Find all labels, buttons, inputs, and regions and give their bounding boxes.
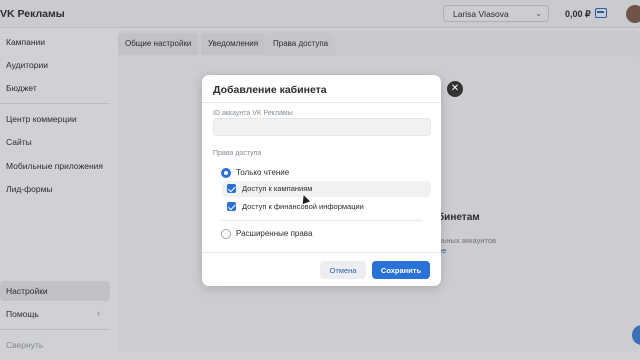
sidebar-item-mobile-apps[interactable]: Мобильные приложения	[0, 156, 110, 176]
background-heading: бинетам	[438, 212, 480, 223]
sidebar-item-label: Аудитории	[6, 60, 48, 70]
sidebar-item-help[interactable]: Помощь ›	[0, 304, 110, 324]
sidebar-item-label: Свернуть	[6, 340, 44, 350]
options-divider	[221, 220, 422, 221]
sidebar-item-lead-forms[interactable]: Лид-формы	[0, 179, 110, 199]
wallet-icon[interactable]	[595, 8, 607, 18]
chevron-down-icon: ⌄	[535, 9, 542, 18]
sidebar-item-label: Кампании	[6, 37, 46, 47]
background-subtext: льных аккаунтов	[438, 236, 497, 245]
sidebar-item-audiences[interactable]: Аудитории	[0, 55, 110, 75]
sidebar: Кампании Аудитории Бюджет Центр коммерци…	[0, 28, 110, 360]
checkbox-checked-icon	[227, 202, 236, 211]
sidebar-item-label: Сайты	[6, 137, 32, 147]
radio-label: Только чтение	[236, 168, 290, 177]
sidebar-item-sites[interactable]: Сайты	[0, 132, 110, 152]
tab-notifications[interactable]: Уведомления	[201, 33, 266, 55]
sidebar-item-label: Лид-формы	[6, 184, 53, 194]
account-id-input[interactable]	[213, 118, 431, 136]
account-selector[interactable]: Larisa Vlasova ⌄	[443, 5, 549, 22]
balance-value[interactable]: 0,00 ₽	[565, 9, 591, 20]
close-icon[interactable]: ✕	[447, 81, 463, 97]
checkbox-campaigns-access[interactable]: Доступ к кампаниям	[222, 181, 431, 197]
cancel-button[interactable]: Отмена	[320, 261, 366, 279]
sidebar-item-settings[interactable]: Настройки	[0, 281, 110, 301]
save-button[interactable]: Сохранить	[372, 261, 430, 279]
radio-unchecked-icon	[221, 229, 231, 239]
sidebar-collapse-button[interactable]: Свернуть	[0, 335, 110, 355]
sidebar-item-label: Настройки	[6, 286, 48, 296]
checkbox-label: Доступ к кампаниям	[242, 184, 313, 193]
account-id-label: ID аккаунта VK Рекламы	[213, 110, 293, 117]
account-name: Larisa Vlasova	[453, 9, 509, 19]
tab-label: Уведомления	[208, 39, 259, 48]
access-rights-label: Права доступа	[213, 150, 262, 157]
sidebar-item-commerce[interactable]: Центр коммерции	[0, 109, 110, 129]
sidebar-divider	[0, 329, 110, 330]
checkbox-finance-access[interactable]: Доступ к финансовой информации	[222, 199, 431, 215]
sidebar-item-label: Центр коммерции	[6, 114, 77, 124]
modal-footer-divider	[202, 252, 441, 253]
sidebar-item-budget[interactable]: Бюджет	[0, 78, 110, 98]
sidebar-item-campaigns[interactable]: Кампании	[0, 32, 110, 52]
app-logo[interactable]: VK Рекламы	[0, 8, 65, 20]
tab-access-rights[interactable]: Права доступа	[266, 33, 336, 55]
modal-title: Добавление кабинета	[213, 84, 327, 96]
checkbox-checked-icon	[227, 184, 236, 193]
tab-general-settings[interactable]: Общие настройки	[118, 33, 199, 55]
add-account-modal: Добавление кабинета ID аккаунта VK Рекла…	[202, 75, 441, 286]
radio-checked-icon	[221, 168, 231, 178]
sidebar-item-label: Мобильные приложения	[6, 161, 104, 171]
radio-label: Расширенные права	[236, 229, 313, 238]
chevron-right-icon: ›	[97, 308, 100, 318]
tab-label: Права доступа	[273, 39, 329, 48]
modal-divider	[202, 102, 441, 103]
sidebar-divider	[0, 103, 110, 104]
tab-label: Общие настройки	[125, 39, 192, 48]
sidebar-item-label: Помощь	[6, 309, 39, 319]
top-bar: VK Рекламы Larisa Vlasova ⌄ 0,00 ₽	[0, 0, 640, 28]
avatar[interactable]	[626, 5, 640, 23]
sidebar-item-label: Бюджет	[6, 83, 37, 93]
